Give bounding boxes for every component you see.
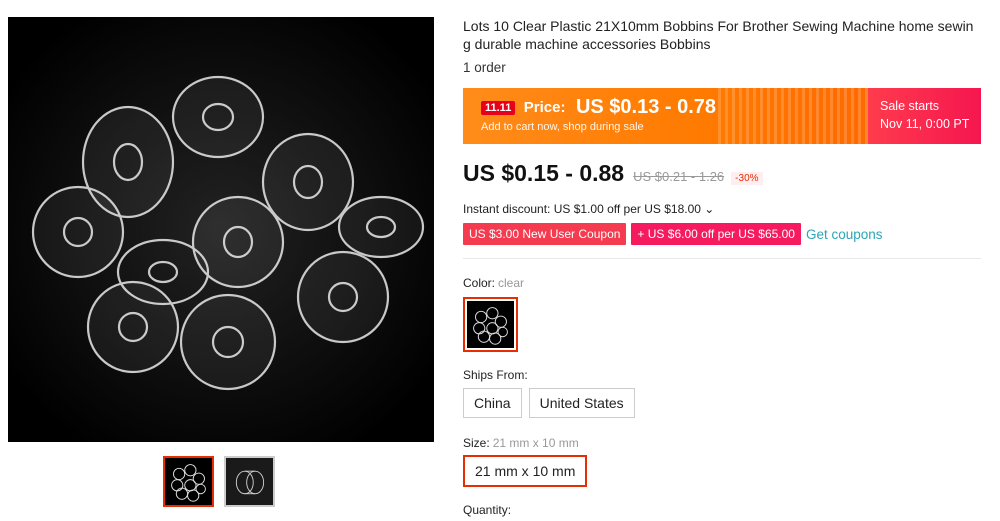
product-title: Lots 10 Clear Plastic 21X10mm Bobbins Fo… — [463, 18, 974, 52]
ships-from-united-states[interactable]: United States — [528, 388, 635, 418]
ships-from-options: China United States — [463, 388, 635, 418]
sale-badge: 11.11 — [481, 100, 516, 115]
current-price: US $0.15 - 0.88 — [463, 160, 625, 186]
store-coupon[interactable]: + US $6.00 off per US $65.00 — [631, 223, 801, 245]
bobbins-thumbnail-icon — [171, 464, 206, 502]
color-option-clear[interactable] — [463, 297, 518, 352]
sale-price-section: 11.11 Price: US $0.13 - 0.78 Add to cart… — [463, 88, 868, 144]
order-count: 1 order — [463, 60, 506, 75]
size-option-21x10[interactable]: 21 mm x 10 mm — [463, 455, 588, 487]
size-label-text: Size: — [463, 436, 490, 450]
sale-banner: 11.11 Price: US $0.13 - 0.78 Add to cart… — [463, 88, 981, 144]
get-coupons-link[interactable]: Get coupons — [806, 227, 883, 242]
discount-badge: -30% — [731, 172, 763, 185]
sale-price: US $0.13 - 0.78 — [575, 96, 717, 118]
divider — [463, 258, 981, 259]
sale-start-date: Nov 11, 0:00 PT — [880, 117, 970, 131]
quantity-label: Quantity: — [463, 503, 512, 517]
product-info-panel: Lots 10 Clear Plastic 21X10mm Bobbins Fo… — [463, 17, 983, 517]
coupon-row: US $3.00 New User Coupon + US $6.00 off … — [463, 223, 883, 245]
instant-discount[interactable]: Instant discount: US $1.00 off per US $1… — [463, 202, 714, 216]
sale-price-label: Price: — [523, 99, 566, 116]
bobbin-thumbnail-icon — [226, 458, 273, 505]
original-price: US $0.21 - 1.26 — [633, 169, 725, 184]
main-product-image[interactable] — [8, 17, 434, 442]
size-selected-value: 21 mm x 10 mm — [492, 436, 579, 450]
sale-subtext: Add to cart now, shop during sale — [481, 121, 644, 133]
color-selected-value: clear — [498, 276, 525, 290]
bobbins-swatch-icon — [473, 307, 508, 345]
color-label: Color: clear — [463, 276, 524, 290]
thumbnail-2[interactable] — [224, 456, 275, 507]
new-user-coupon[interactable]: US $3.00 New User Coupon — [463, 223, 627, 245]
thumbnail-1[interactable] — [163, 456, 214, 507]
sale-start-section: Sale starts Nov 11, 0:00 PT — [868, 88, 981, 144]
sale-starts-label: Sale starts — [880, 99, 940, 113]
color-label-text: Color: — [463, 276, 496, 290]
bobbins-photo-icon — [8, 17, 434, 442]
thumbnail-strip — [163, 456, 275, 507]
size-label: Size: 21 mm x 10 mm — [463, 436, 579, 450]
price-row: US $0.15 - 0.88 US $0.21 - 1.26 -30% — [463, 160, 763, 187]
ships-from-china[interactable]: China — [463, 388, 522, 418]
ships-from-label: Ships From: — [463, 368, 528, 382]
banner-bars-decoration — [718, 88, 868, 144]
